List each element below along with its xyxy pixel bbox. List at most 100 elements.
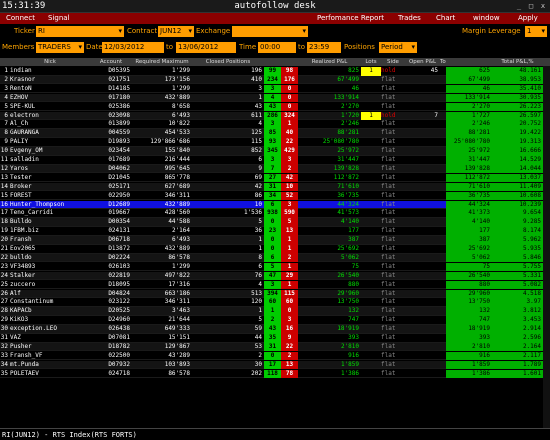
time-from-field[interactable]: 00:00 <box>258 42 296 53</box>
members-select[interactable]: TRADERS ▾ <box>36 42 84 53</box>
cell-closed-positions: 76 <box>254 271 262 279</box>
table-row[interactable]: 2 Krasnor 021751 173'156 410 234 176 67'499 flat… <box>0 75 550 85</box>
date-from-value: 12/03/2012 <box>104 43 145 51</box>
table-row[interactable]: 21 Eov2065 D13872 432'889 1 0 1 25'692 flat 25'69… <box>0 245 550 254</box>
menu-chart[interactable]: Chart <box>436 14 455 22</box>
table-row[interactable]: 30 exception.LEO 026438 649'333 59 43 16 18'919… <box>0 325 550 334</box>
contract-select[interactable]: JUN12 ▾ <box>158 26 194 37</box>
table-row[interactable]: 35 POLETAEV 024718 86'578 202 118 78 1'386 flat 1… <box>0 369 550 379</box>
column-header[interactable]: Lots <box>361 58 381 66</box>
cell-lots <box>361 94 381 103</box>
table-row[interactable]: 31 VAZ D07081 15'151 44 35 9 393 flat 393 2.596 <box>0 334 550 343</box>
table-row[interactable]: 10 Evgeny_OM 023454 155'840 852 345 429 25'972 f… <box>0 147 550 156</box>
table-row[interactable]: 25 zuccero D18095 17'316 4 3 1 880 flat 880 5.082 <box>0 280 550 290</box>
table-row[interactable]: 19 1FBM.biz 024131 2'164 36 23 13 177 flat 177 8.1… <box>0 227 550 236</box>
table-row[interactable]: 23 VF34893 026103 1'299 6 5 1 75 flat 75 5.755 <box>0 262 550 272</box>
time-to-field[interactable]: 23:59 <box>307 42 341 53</box>
cell-required-maximum: 155'840 <box>164 147 190 155</box>
column-header[interactable]: Closed Positions <box>192 58 264 66</box>
table-row[interactable]: 13 Tester D21045 865'778 69 27 42 112'872 flat 11… <box>0 173 550 183</box>
column-header[interactable]: Nick <box>10 58 90 66</box>
ticker-select[interactable]: RI ▾ <box>36 26 124 37</box>
cell-closed-positions: 1 <box>258 93 262 101</box>
table-row[interactable]: 14 Broker 025171 627'689 42 31 10 71'610 flat 71'… <box>0 182 550 192</box>
close-button[interactable]: x <box>539 2 547 11</box>
table-row[interactable]: 33 Fransh_VF 022500 43'289 2 0 2 916 flat 916 2.11… <box>0 351 550 361</box>
table-row[interactable]: 1 indian D05395 1'299 196 99 98 825 1 hold 45 625 48… <box>0 67 550 76</box>
cell-total-pnl-pct: 5.962 <box>492 236 543 245</box>
cell-nick: GAURANGA <box>10 129 39 137</box>
table-row[interactable]: 27 Constantinum 023122 346'311 120 60 60 13'750… <box>0 298 550 307</box>
table-row[interactable]: 3 RentoN D14185 1'299 3 3 0 46 flat 46 35.410 <box>0 84 550 94</box>
table-row[interactable]: 26 Alf D04824 663'186 513 394 115 29'960 flat 29'… <box>0 289 550 298</box>
cell-side: flat <box>381 191 396 199</box>
column-header[interactable]: Account <box>90 58 132 66</box>
maximize-button[interactable]: □ <box>527 2 535 11</box>
menu-window[interactable]: window <box>473 14 500 22</box>
margin-leverage-select[interactable]: 1 ▾ <box>525 26 547 37</box>
cell-sells: 13 <box>281 360 298 370</box>
cell-total-pnl: 31'447 <box>446 156 492 165</box>
cell-account: D19893 <box>108 138 130 146</box>
table-row[interactable]: 28 KAPACb D20525 3'463 1 1 0 132 flat 132 3.812 <box>0 307 550 316</box>
table-row[interactable]: 12 Yaros D04062 995'645 9 7 2 139'828 flat 139'82… <box>0 164 550 174</box>
cell-realized-pnl: 31'447 <box>337 156 359 163</box>
cell-total-pnl: 88'281 <box>446 129 492 138</box>
column-header[interactable]: Total P&L,% <box>492 58 543 66</box>
menu-connect[interactable]: Connect <box>6 14 35 22</box>
cell-num: 16 <box>0 200 8 208</box>
column-header[interactable] <box>281 58 298 66</box>
cell-required-maximum: 663'186 <box>164 289 190 297</box>
table-row[interactable]: 34 mt.Punda D07932 103'893 30 17 13 1'859 flat 1'… <box>0 360 550 370</box>
table-row[interactable]: 22 bulldo D02224 86'578 8 6 2 5'062 flat 5'062 5.8… <box>0 253 550 263</box>
table-row[interactable]: 15 FOREST 022950 346'311 86 34 52 36'735 flat 36'… <box>0 191 550 201</box>
exchange-select[interactable]: ▾ <box>232 26 308 37</box>
table-row[interactable]: 16 Hunter_Thompson D12689 432'889 10 6 3 44'324… <box>0 200 550 209</box>
column-header[interactable] <box>264 58 281 66</box>
chevron-down-icon: ▾ <box>188 27 192 35</box>
vertical-scrollbar[interactable] <box>543 66 550 428</box>
cell-side: flat <box>381 138 396 146</box>
table-row[interactable]: 8 GAURANGA 004559 454'533 125 85 40 88'281 flat 8… <box>0 129 550 138</box>
menu-apply[interactable]: Apply <box>518 14 538 22</box>
table-row[interactable]: 7 Al_Ch 013899 10'822 4 3 1 2'246 flat 2'246 20.75… <box>0 120 550 129</box>
column-header[interactable]: Required Maximum <box>132 58 192 66</box>
column-header[interactable]: Realized P&L <box>298 58 361 66</box>
date-to-field[interactable]: 13/06/2012 <box>176 42 236 53</box>
cell-required-maximum: 44'588 <box>168 218 190 226</box>
cell-sells: 2 <box>281 351 298 361</box>
table-row[interactable]: 5 SPE-KUL 025386 8'658 43 43 0 2'270 flat 2'270 26… <box>0 102 550 112</box>
cell-side: flat <box>381 236 396 244</box>
column-header[interactable] <box>0 58 10 66</box>
contract-value: JUN12 <box>160 27 182 35</box>
positions-select[interactable]: Period ▾ <box>379 42 417 53</box>
menu-performance-report[interactable]: Perfomance Report <box>317 14 384 22</box>
column-header[interactable]: Side <box>381 58 405 66</box>
menu-trades[interactable]: Trades <box>398 14 421 22</box>
table-row[interactable]: 6 electron 023098 6'493 611 286 324 1'720 1 hold 7… <box>0 111 550 120</box>
column-header[interactable] <box>446 58 492 66</box>
cell-nick: Alf <box>10 289 21 297</box>
table-row[interactable]: 18 Bulldo D00354 44'588 5 0 5 4'140 flat 4'140 9.2… <box>0 218 550 227</box>
positions-label: Positions <box>344 43 375 51</box>
table-row[interactable]: 20 Fransh D06718 6'493 1 0 1 387 flat 387 5.962 <box>0 236 550 245</box>
cell-buys: 3 <box>264 84 281 94</box>
cell-realized-pnl: 825 <box>348 67 359 74</box>
table-row[interactable]: 17 Teno_Carridi 019667 428'560 1'536 938 590 41… <box>0 209 550 218</box>
minimize-button[interactable]: _ <box>515 2 523 11</box>
column-header[interactable]: Open P&L <box>405 58 440 66</box>
cell-open-pnl <box>405 183 440 192</box>
table-row[interactable]: 29 KiKO3 D24960 21'644 5 2 3 747 flat 747 3.453 <box>0 316 550 325</box>
table-row[interactable]: 32 Pusher D18782 129'867 53 31 22 2'810 flat 2'81… <box>0 342 550 352</box>
cell-required-maximum: 428'560 <box>164 209 190 217</box>
date-from-field[interactable]: 12/03/2012 <box>102 42 164 53</box>
cell-realized-pnl: 177 <box>348 227 359 235</box>
table-row[interactable]: 4 EZHOV 017180 432'889 1 4 0 133'914 flat 133'914… <box>0 93 550 103</box>
cell-nick: PALIY <box>10 138 29 146</box>
cell-closed-positions: 86 <box>254 191 262 199</box>
table-row[interactable]: 9 PALIY D19893 129'866'686 115 93 22 25'080'780… <box>0 138 550 147</box>
table-row[interactable]: 24 Stalker 022819 497'822 76 47 29 26'540 flat 26… <box>0 271 550 281</box>
menu-signal[interactable]: Signal <box>48 14 70 22</box>
table-row[interactable]: 11 salladin 017689 216'444 6 3 3 31'447 flat 31'4… <box>0 156 550 165</box>
cell-lots <box>361 76 381 85</box>
